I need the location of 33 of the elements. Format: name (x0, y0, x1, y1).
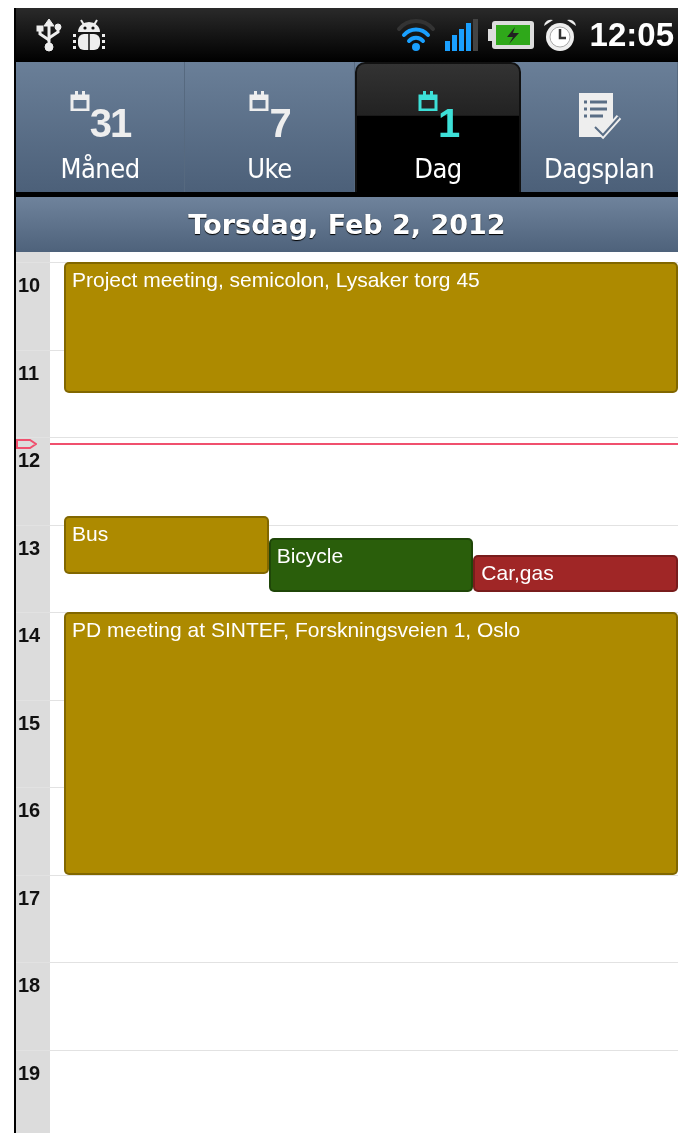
hour-label: 11 (18, 362, 40, 383)
icon-number: 31 (89, 103, 131, 143)
bug-icon (72, 18, 106, 52)
calendar-event[interactable]: Bus (64, 515, 269, 575)
date-title: Torsdag, Feb 2, 2012 (188, 209, 506, 240)
calendar-icon (69, 91, 90, 111)
wifi-icon (395, 17, 436, 53)
hour-label: 16 (18, 800, 41, 820)
alarm-icon (541, 17, 578, 53)
hour-label: 15 (18, 712, 41, 733)
usb-icon (34, 18, 64, 52)
calendar-event[interactable]: PD meeting at SINTEF, Forskningsveien 1, Oslo (64, 612, 678, 875)
battery-icon (487, 19, 534, 51)
tab[interactable]: Dagsplan (521, 62, 678, 192)
calendar-event[interactable]: Bicycle (268, 537, 474, 592)
icon-number: 7 (269, 103, 290, 143)
hour-label: 13 (18, 537, 41, 558)
time-marker-icon (16, 439, 37, 450)
hour-label: 14 (18, 625, 41, 645)
calendar-icon (249, 91, 270, 111)
signal-icon (443, 17, 480, 53)
tab[interactable]: 1 Dag (355, 62, 521, 192)
hour-label: 10 (18, 275, 41, 295)
calendar-icon (417, 91, 438, 111)
icon-number: 1 (437, 103, 459, 143)
tab[interactable]: 31 Måned (16, 62, 185, 192)
hour-label: 17 (18, 887, 41, 908)
clock-time: 12:05 (589, 16, 674, 54)
hour-label: 19 (18, 1062, 41, 1083)
hour-label: 12 (18, 450, 41, 470)
calendar-event[interactable]: Car,gas (473, 555, 678, 592)
calendar-event[interactable]: Project meeting, semicolon, Lysaker torg 45 (64, 262, 678, 394)
hour-label: 18 (18, 975, 41, 995)
